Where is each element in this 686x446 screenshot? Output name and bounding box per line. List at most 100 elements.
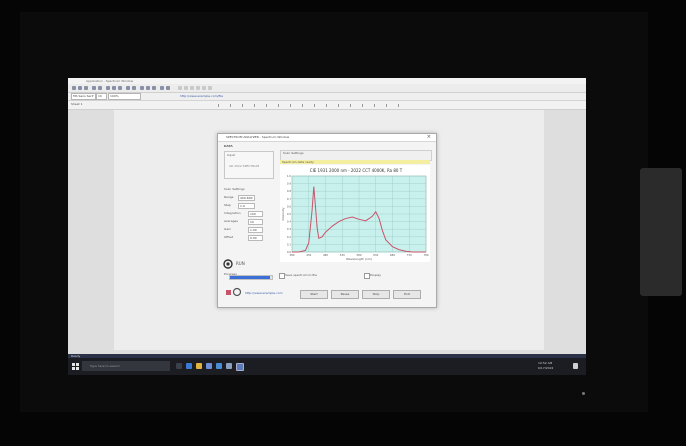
y-tick-label: 0.4: [287, 220, 291, 224]
open-icon[interactable]: [78, 86, 82, 90]
help-icon[interactable]: [166, 86, 170, 90]
dialog-title: SPECTRUM ANALYZER - Spectrum Window: [226, 135, 290, 139]
chart-icon[interactable]: [160, 86, 164, 90]
windows-start-icon[interactable]: [72, 363, 79, 370]
progress-fill: [230, 276, 270, 279]
y-tick-label: 0.3: [287, 227, 291, 231]
x-tick-label: 430: [306, 253, 311, 257]
mail-icon[interactable]: [216, 363, 222, 369]
sort-icon[interactable]: [152, 86, 156, 90]
close-icon[interactable]: ×: [427, 134, 431, 141]
range-field[interactable]: 400-800: [238, 195, 255, 201]
chart-header-text: Scan Settings: [283, 151, 304, 155]
chart-title: CIE 1931 2000 nm - 2022 CCT 4000K, Ra 80…: [310, 168, 403, 173]
spectrum-chart: CIE 1931 2000 nm - 2022 CCT 4000K, Ra 80…: [280, 165, 430, 262]
y-tick-label: 0.8: [287, 189, 291, 193]
spectrum-dialog: SPECTRUM ANALYZER - Spectrum Window × DA…: [217, 133, 437, 308]
save-option-label: Save spectrum to file: [285, 273, 318, 277]
field-label: Averages: [224, 219, 238, 223]
y-tick-label: 0.5: [287, 212, 291, 216]
redo-icon[interactable]: [132, 86, 136, 90]
field-label: Step: [224, 203, 231, 207]
ruler-bar: Sheet 1: [68, 101, 586, 110]
x-tick-label: 680: [390, 253, 395, 257]
y-tick-label: 0.0: [287, 250, 291, 254]
zoom-select[interactable]: 100%: [108, 93, 141, 100]
search-box[interactable]: Type here to search: [82, 361, 170, 371]
edge-icon[interactable]: [186, 363, 192, 369]
cut-icon[interactable]: [106, 86, 110, 90]
run-icon[interactable]: [223, 259, 233, 269]
y-tick-label: 0.9: [287, 182, 291, 186]
save-icon[interactable]: [84, 86, 88, 90]
x-axis-label: Wavelength (nm): [346, 257, 372, 261]
progress-bar: [229, 275, 273, 280]
sum-icon[interactable]: [146, 86, 150, 90]
app-icon[interactable]: [226, 363, 232, 369]
format-toolbar: MS Sans Serif 10 100% http://www.example…: [68, 93, 586, 101]
field-label: Gain: [224, 227, 231, 231]
chart-hint-bar: Spectrum data ready: [280, 160, 430, 164]
taskbar: Type here to search 10:52 AM 6/17/2022: [68, 358, 586, 375]
x-tick-label: 780: [424, 253, 429, 257]
y-tick-label: 1.0: [287, 174, 291, 178]
field-label: Range: [224, 195, 234, 199]
task-view-icon[interactable]: [176, 363, 182, 369]
link-icon[interactable]: [140, 86, 144, 90]
format-icon[interactable]: [190, 86, 194, 90]
input-group: Input AR 2022 SPECTRUM: [224, 151, 274, 179]
x-tick-label: 730: [407, 253, 412, 257]
group-label: Input: [227, 153, 235, 157]
integration-field[interactable]: 100: [248, 211, 263, 217]
chart-hint: Spectrum data ready: [282, 160, 314, 164]
stop-button[interactable]: Stop: [362, 290, 390, 299]
format-icon[interactable]: [202, 86, 206, 90]
explorer-icon[interactable]: [196, 363, 202, 369]
section-title: DATA: [224, 144, 233, 148]
preview-icon[interactable]: [98, 86, 102, 90]
format-icon[interactable]: [196, 86, 200, 90]
font-name-select[interactable]: MS Sans Serif: [71, 93, 96, 100]
y-tick-label: 0.1: [287, 242, 291, 246]
logo-icon: [226, 287, 242, 297]
y-tick-label: 0.6: [287, 204, 291, 208]
y-tick-label: 0.2: [287, 235, 291, 239]
print-icon[interactable]: [92, 86, 96, 90]
format-icon[interactable]: [178, 86, 182, 90]
new-icon[interactable]: [72, 86, 76, 90]
store-icon[interactable]: [206, 363, 212, 369]
gain-field[interactable]: 1.00: [248, 227, 263, 233]
reflection: [640, 168, 682, 296]
display-option-label: Display: [370, 273, 382, 277]
undo-icon[interactable]: [126, 86, 130, 90]
averages-field[interactable]: 10: [248, 219, 263, 225]
group-value: AR 2022 SPECTRUM: [229, 164, 260, 168]
copy-icon[interactable]: [112, 86, 116, 90]
website-link[interactable]: http://www.example.com: [245, 291, 283, 295]
main-toolbar: [68, 84, 586, 93]
format-icon[interactable]: [184, 86, 188, 90]
scan-settings-label: Scan Settings: [224, 187, 245, 191]
start-button[interactable]: Start: [300, 290, 328, 299]
x-tick-label: 480: [323, 253, 328, 257]
clock-time[interactable]: 10:52 AM: [538, 361, 552, 365]
format-icon[interactable]: [208, 86, 212, 90]
notification-icon[interactable]: [573, 363, 578, 369]
link-text[interactable]: http://www.example.com/file: [180, 94, 223, 99]
paste-icon[interactable]: [118, 86, 122, 90]
offset-field[interactable]: 0.00: [248, 235, 263, 241]
exit-button[interactable]: Exit: [393, 290, 421, 299]
clock-date[interactable]: 6/17/2022: [538, 366, 553, 370]
dialog-titlebar: SPECTRUM ANALYZER - Spectrum Window ×: [218, 134, 436, 142]
search-placeholder: Type here to search: [90, 364, 120, 368]
field-label: Integration: [224, 211, 241, 215]
font-size-select[interactable]: 10: [96, 93, 107, 100]
sheet-tab[interactable]: Sheet 1: [71, 102, 83, 107]
step-field[interactable]: 1.0: [238, 203, 255, 209]
x-tick-label: 530: [340, 253, 345, 257]
x-tick-label: 630: [373, 253, 378, 257]
pause-button[interactable]: Pause: [331, 290, 359, 299]
led-dot: [582, 392, 585, 395]
active-app-icon[interactable]: [236, 363, 244, 371]
run-label: RUN: [236, 261, 245, 266]
